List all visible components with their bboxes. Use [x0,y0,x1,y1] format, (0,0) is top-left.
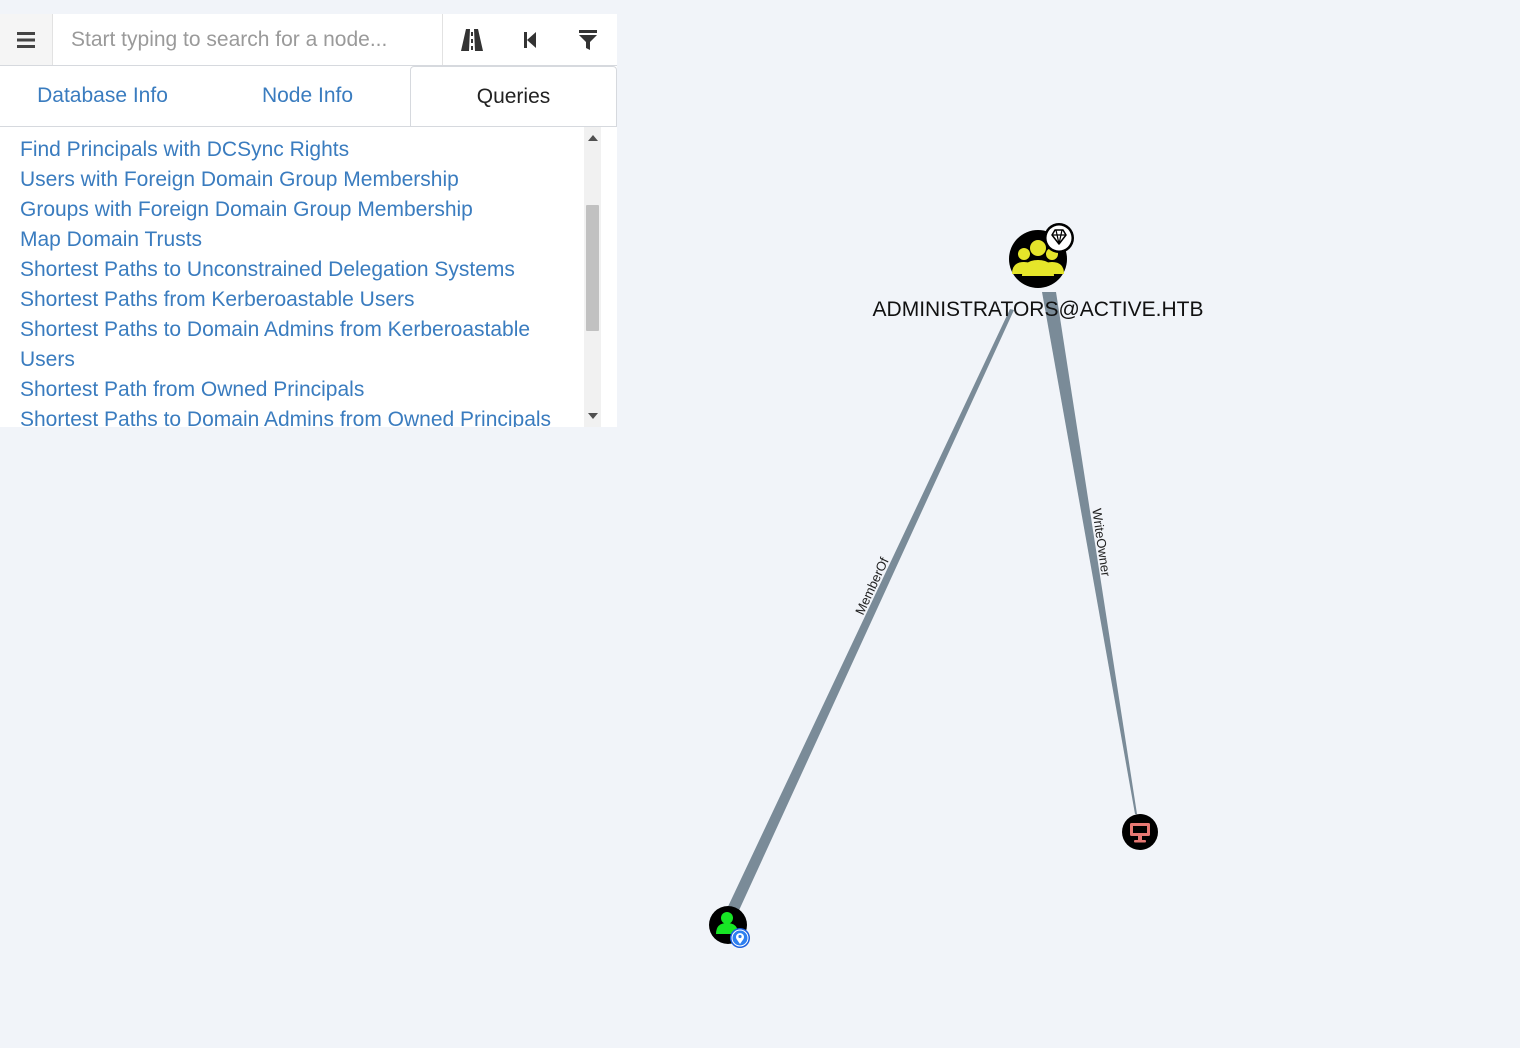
tab-node-info[interactable]: Node Info [205,66,410,126]
node-search-input[interactable] [53,14,442,65]
menu-button[interactable] [0,14,53,65]
user-node[interactable] [709,906,750,948]
query-item[interactable]: Users with Foreign Domain Group Membersh… [20,165,580,195]
tab-database-info[interactable]: Database Info [0,66,205,126]
back-button[interactable] [501,14,559,65]
query-item[interactable]: Shortest Paths from Kerberoastable Users [20,285,580,315]
query-list-scrollbar[interactable] [584,127,601,427]
scroll-up-arrow[interactable] [584,129,601,146]
query-item[interactable]: Find Principals with DCSync Rights [20,135,580,165]
search-panel: Database Info Node Info Queries Find Pri… [0,14,617,427]
filter-button[interactable] [559,14,617,65]
scrollbar-thumb[interactable] [586,205,599,331]
tab-queries[interactable]: Queries [410,66,617,126]
group-node-label: ADMINISTRATORS@ACTIVE.HTB [873,298,1204,321]
road-icon [461,28,483,51]
query-item[interactable]: Shortest Path from Owned Principals [20,375,580,405]
diamond-icon [1044,223,1074,253]
pathfinding-button[interactable] [442,14,501,65]
panel-tabs: Database Info Node Info Queries [0,66,617,127]
scroll-down-arrow[interactable] [584,407,601,424]
triangle-down-icon [587,412,598,419]
computer-node[interactable] [1122,814,1158,850]
queries-list-container: Find Principals with DCSync Rights Users… [0,127,617,427]
group-node[interactable] [1009,223,1074,288]
query-item[interactable]: Shortest Paths to Domain Admins from Ker… [20,315,580,375]
filter-icon [579,29,597,50]
query-item[interactable]: Shortest Paths to Domain Admins from Own… [20,405,580,427]
query-list: Find Principals with DCSync Rights Users… [0,127,580,427]
triangle-up-icon [587,134,598,141]
query-item[interactable]: Map Domain Trusts [20,225,580,255]
hamburger-menu-icon [17,31,35,48]
search-toolbar [0,14,617,66]
step-backward-icon [524,31,536,48]
owned-marker-icon [730,928,750,948]
edge-writeowner[interactable] [1042,292,1137,814]
query-item[interactable]: Shortest Paths to Unconstrained Delegati… [20,255,580,285]
edge-memberof[interactable] [724,309,1015,918]
query-item[interactable]: Groups with Foreign Domain Group Members… [20,195,580,225]
